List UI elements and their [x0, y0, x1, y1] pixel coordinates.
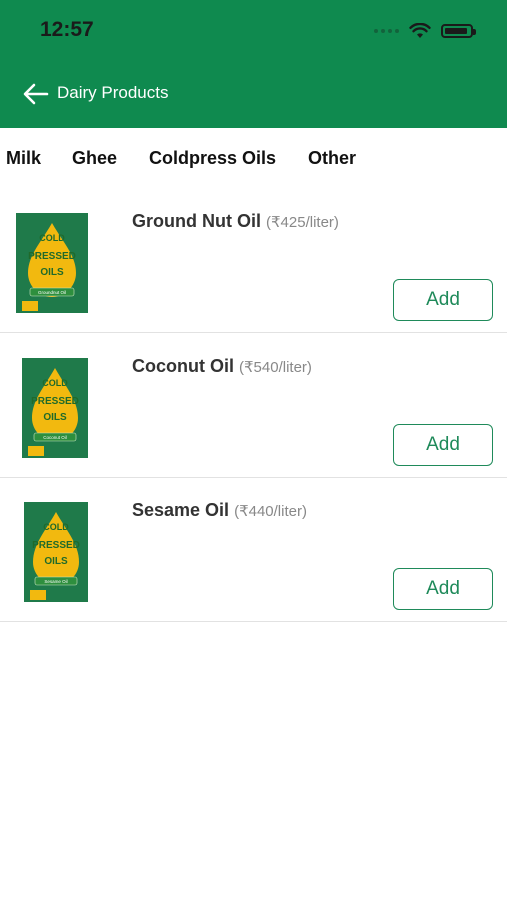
- product-name: Ground Nut Oil (₹425/liter): [132, 211, 339, 232]
- product-name: Sesame Oil (₹440/liter): [132, 500, 307, 521]
- product-item: COLD PRESSED OILS Coconut Oil Coconut Oi…: [0, 332, 507, 478]
- product-image: COLD PRESSED OILS Groundnut Oil: [16, 213, 88, 313]
- image-label: Coconut Oil: [43, 435, 67, 440]
- image-text: PRESSED: [32, 540, 80, 551]
- image-text: COLD: [39, 233, 65, 243]
- tab-ghee[interactable]: Ghee: [72, 148, 117, 169]
- category-tabs: Milk Ghee Coldpress Oils Other: [0, 128, 507, 186]
- image-label: Sesame Oil: [44, 579, 67, 584]
- status-time: 12:57: [40, 18, 94, 41]
- image-text: COLD: [43, 522, 69, 532]
- image-text: OILS: [43, 412, 67, 423]
- product-title: Coconut Oil: [132, 356, 234, 376]
- product-item: COLD PRESSED OILS Sesame Oil Sesame Oil …: [0, 476, 507, 622]
- product-price: (₹425/liter): [266, 214, 339, 231]
- image-text: PRESSED: [31, 396, 79, 407]
- battery-icon: [441, 24, 476, 38]
- page-title: Dairy Products: [57, 83, 169, 102]
- product-item: COLD PRESSED OILS Groundnut Oil Ground N…: [0, 187, 507, 333]
- image-text: COLD: [42, 378, 68, 388]
- product-title: Sesame Oil: [132, 500, 230, 520]
- image-label: Groundnut Oil: [38, 290, 66, 295]
- signal-icon: [374, 29, 399, 33]
- product-image: COLD PRESSED OILS Coconut Oil: [22, 358, 88, 458]
- image-text: OILS: [40, 267, 64, 278]
- add-button[interactable]: Add: [393, 568, 493, 610]
- status-icons: [374, 22, 476, 40]
- tab-milk[interactable]: Milk: [6, 148, 41, 169]
- tab-coldpress-oils[interactable]: Coldpress Oils: [149, 148, 276, 169]
- app-header: 12:57 Dairy Products: [0, 0, 507, 128]
- product-name: Coconut Oil (₹540/liter): [132, 356, 312, 377]
- wifi-icon: [409, 23, 431, 38]
- product-price: (₹540/liter): [239, 359, 312, 376]
- back-arrow-icon[interactable]: [22, 80, 50, 108]
- add-button[interactable]: Add: [393, 424, 493, 466]
- tab-other[interactable]: Other: [308, 148, 356, 169]
- product-price: (₹440/liter): [234, 503, 307, 520]
- image-text: PRESSED: [28, 251, 76, 262]
- image-text: OILS: [44, 556, 68, 567]
- product-image: COLD PRESSED OILS Sesame Oil: [24, 502, 88, 602]
- add-button[interactable]: Add: [393, 279, 493, 321]
- product-title: Ground Nut Oil: [132, 211, 261, 231]
